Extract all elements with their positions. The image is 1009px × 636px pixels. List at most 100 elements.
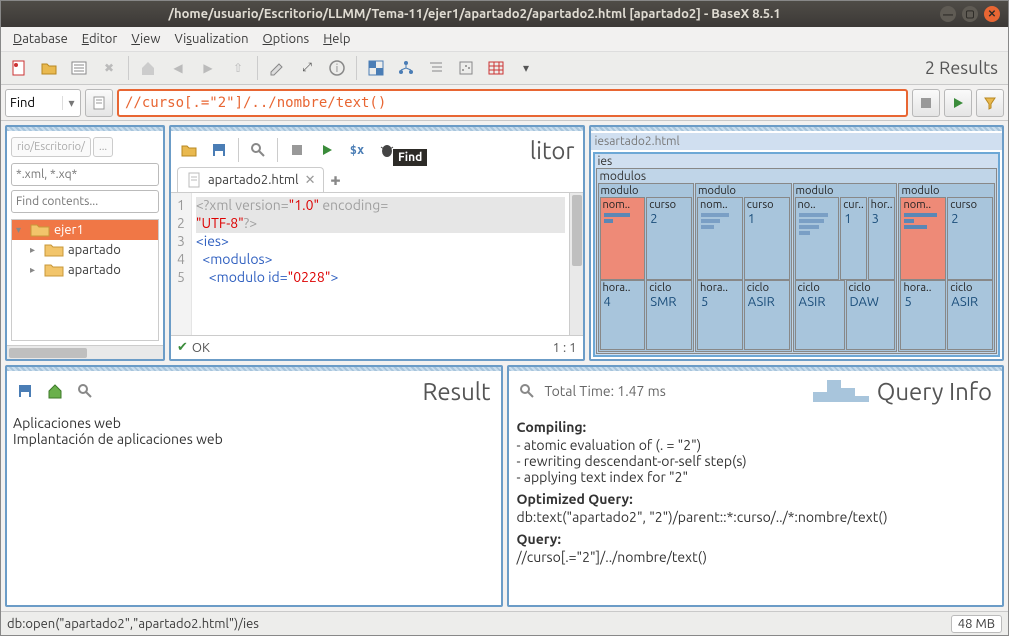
file-icon xyxy=(186,172,202,188)
menu-view[interactable]: View xyxy=(125,30,166,48)
search-icon[interactable] xyxy=(244,136,272,164)
tm-nombre[interactable]: nom.. xyxy=(697,197,743,280)
query-bar: ▾ xyxy=(1,85,1008,121)
search-result-icon[interactable] xyxy=(71,377,99,405)
menu-editor[interactable]: Editor xyxy=(76,30,124,48)
plot-icon[interactable] xyxy=(452,54,480,82)
tm-curso[interactable]: cur..1 xyxy=(840,197,866,280)
editor-tab[interactable]: apartado2.html ✕ xyxy=(177,167,324,192)
breadcrumb-segment[interactable]: rio/Escritorio/ xyxy=(11,137,91,157)
tm-curso[interactable]: curso1 xyxy=(744,197,790,280)
tm-horas[interactable]: hor..3 xyxy=(868,197,896,280)
menu-database[interactable]: Database xyxy=(7,30,74,48)
scrollbar-vertical[interactable] xyxy=(569,193,583,335)
ok-icon: ✔ xyxy=(177,340,188,355)
tooltip-find: Find xyxy=(393,149,427,166)
tm-modulo[interactable]: modulo nom.. curso1 hora..5 cicloASIR xyxy=(695,183,792,352)
open-icon[interactable] xyxy=(35,54,63,82)
folder-view-icon[interactable] xyxy=(422,54,450,82)
breadcrumb-more[interactable]: ... xyxy=(93,137,113,157)
tm-nombre[interactable]: nom.. xyxy=(900,197,946,280)
tab-add-icon[interactable]: ✚ xyxy=(324,170,346,192)
qinfo-body[interactable]: Compiling: - atomic evaluation of (. = "… xyxy=(509,409,1003,605)
home-icon[interactable] xyxy=(134,54,162,82)
tm-ciclo[interactable]: cicloASIR xyxy=(947,280,993,350)
menu-options[interactable]: Options xyxy=(257,30,316,48)
properties-icon[interactable] xyxy=(65,54,93,82)
memory-badge[interactable]: 48 MB xyxy=(951,615,1002,633)
tm-ciclo[interactable]: cicloASIR xyxy=(795,280,845,350)
edit-icon[interactable] xyxy=(263,54,291,82)
forward-icon[interactable]: ▶ xyxy=(194,54,222,82)
folder-open-icon xyxy=(30,222,50,238)
titlebar: /home/usuario/Escritorio/LLMM/Tema-11/ej… xyxy=(1,1,1008,27)
info-icon[interactable]: i xyxy=(323,54,351,82)
open-file-icon[interactable] xyxy=(175,136,203,164)
tree-item[interactable]: ▸ apartado xyxy=(12,260,158,280)
find-mode-input[interactable] xyxy=(6,96,62,110)
close-db-icon[interactable]: ✖ xyxy=(95,54,123,82)
tab-close-icon[interactable]: ✕ xyxy=(305,173,316,188)
code-editor[interactable]: 12345 <?xml version="1.0" encoding= "UTF… xyxy=(171,193,583,335)
back-icon[interactable]: ◀ xyxy=(164,54,192,82)
tm-nombre[interactable]: nom.. xyxy=(600,197,646,280)
tm-nombre[interactable]: no.. xyxy=(795,197,840,280)
window-title: /home/usuario/Escritorio/LLMM/Tema-11/ej… xyxy=(9,7,940,21)
project-tree[interactable]: ▾ ejer1 ▸ apartado ▸ apartado xyxy=(11,219,159,341)
home-result-icon[interactable] xyxy=(41,377,69,405)
tm-horas[interactable]: hora..4 xyxy=(600,280,646,350)
save-result-icon[interactable] xyxy=(11,377,39,405)
chevron-down-icon[interactable]: ▾ xyxy=(62,96,80,110)
find-mode-combo[interactable]: ▾ xyxy=(5,89,81,117)
run-icon[interactable] xyxy=(313,136,341,164)
stop-icon[interactable] xyxy=(283,136,311,164)
svg-text:i: i xyxy=(336,63,339,75)
tree-item-ejer1[interactable]: ▾ ejer1 xyxy=(12,220,158,240)
find-contents-input[interactable] xyxy=(11,190,159,213)
vars-icon[interactable]: $x xyxy=(343,136,371,164)
explorer-icon[interactable]: ▾ xyxy=(512,54,540,82)
tm-modulo[interactable]: modulo no.. cur..1 hor..3 cicloASIR cicl… xyxy=(793,183,898,352)
close-button[interactable]: ✕ xyxy=(984,6,1000,22)
result-body[interactable]: Aplicaciones web Implantación de aplicac… xyxy=(7,409,501,605)
tm-horas[interactable]: hora..5 xyxy=(900,280,946,350)
editor-toolbar: $x litor xyxy=(171,133,583,167)
query-info-panel: Total Time: 1.47 ms Query Info Compiling… xyxy=(507,365,1005,607)
menu-help[interactable]: Help xyxy=(317,30,356,48)
expand-icon[interactable]: ⤢ xyxy=(293,54,321,82)
menubar: Database Editor View Visualization Optio… xyxy=(1,27,1008,51)
tm-curso[interactable]: curso2 xyxy=(947,197,993,280)
statusbar: db:open("apartado2","apartado2.html")/ie… xyxy=(1,611,1008,635)
tm-modulo[interactable]: modulo nom.. curso2 hora..4 cicloSMR xyxy=(598,183,695,352)
minimize-button[interactable]: — xyxy=(940,6,956,22)
tm-ciclo[interactable]: cicloDAW xyxy=(846,280,896,350)
tree-item[interactable]: ▸ apartado xyxy=(12,240,158,260)
tm-horas[interactable]: hora..5 xyxy=(697,280,743,350)
map-icon[interactable] xyxy=(362,54,390,82)
stop-query-icon[interactable] xyxy=(912,89,940,117)
run-query-icon[interactable] xyxy=(944,89,972,117)
file-filter-input[interactable] xyxy=(11,163,159,186)
treemap-path: iesartado2.html xyxy=(591,133,1003,150)
tree-icon[interactable] xyxy=(392,54,420,82)
history-icon[interactable] xyxy=(85,89,113,117)
editor-panel: Find $x litor xyxy=(169,125,585,361)
treemap-root[interactable]: ies modulos modulo nom.. curso2 xyxy=(593,152,1001,357)
tm-ciclo[interactable]: cicloSMR xyxy=(646,280,692,350)
tm-ciclo[interactable]: cicloASIR xyxy=(744,280,790,350)
maximize-button[interactable]: ▢ xyxy=(962,6,978,22)
new-icon[interactable] xyxy=(5,54,33,82)
results-count: 2 Results xyxy=(925,58,998,78)
table-icon[interactable] xyxy=(482,54,510,82)
search-qinfo-icon[interactable] xyxy=(513,377,541,405)
scrollbar-horizontal[interactable] xyxy=(7,345,163,359)
result-title: Result xyxy=(423,378,491,405)
filter-icon[interactable] xyxy=(976,89,1004,117)
up-icon[interactable]: ⇧ xyxy=(224,54,252,82)
save-icon[interactable] xyxy=(205,136,233,164)
tm-modulo[interactable]: modulo nom.. curso2 hora..5 cicloASIR xyxy=(898,183,995,352)
xquery-input[interactable] xyxy=(117,89,908,117)
menu-visualization[interactable]: Visualization xyxy=(168,30,254,48)
treemap-panel: iesartado2.html ies modulos modulo nom.. xyxy=(589,125,1005,361)
tm-curso[interactable]: curso2 xyxy=(646,197,692,280)
